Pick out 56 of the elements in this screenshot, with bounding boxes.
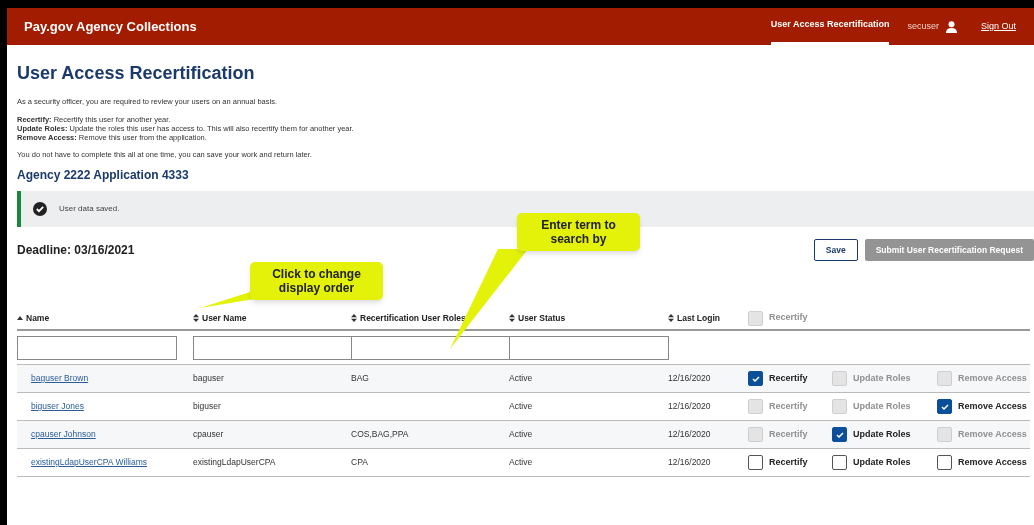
filter-field[interactable] (17, 335, 177, 360)
table-cell-text: BAG (351, 372, 370, 385)
table-cell-text: 12/16/2020 (668, 372, 712, 385)
checkbox[interactable] (748, 371, 763, 386)
page-title: User Access Recertification (17, 62, 256, 84)
table-cell-text: 12/16/2020 (668, 428, 712, 441)
table-cell-text: biguser (193, 400, 222, 413)
column-header[interactable]: User Status (509, 311, 566, 325)
column-header[interactable]: Last Login (668, 311, 720, 325)
table-cell-text: cpauser (193, 428, 225, 441)
user-icon (945, 20, 957, 33)
user-link[interactable]: baguser Brown (17, 372, 193, 385)
checkbox-option[interactable]: Recertify (748, 371, 832, 386)
checkbox[interactable] (832, 455, 847, 470)
checkbox[interactable] (832, 427, 847, 442)
checkmark-icon (751, 375, 760, 382)
alert-message: User data saved. (59, 203, 120, 215)
checkbox-option[interactable]: Recertify (748, 455, 832, 470)
checkbox-option[interactable]: Remove Access (937, 399, 1030, 414)
save-button[interactable]: Save (813, 239, 858, 261)
checkbox-option[interactable]: Update Roles (832, 427, 937, 442)
checkmark-icon (940, 403, 949, 410)
table-cell-text: Active (509, 400, 534, 413)
table-cell-text: baguser (193, 372, 225, 385)
filter-field[interactable] (509, 335, 669, 360)
checkmark-icon (835, 431, 844, 438)
user-link[interactable]: biguser Jones (17, 400, 193, 413)
table-cell-text: existingLdapUserCPA (193, 456, 277, 469)
user-link[interactable]: cpauser Johnson (17, 428, 193, 441)
column-header[interactable]: User Name (193, 311, 247, 325)
user-link[interactable]: existingLdapUserCPA Williams (17, 456, 193, 469)
deadline-text: Deadline: 03/16/2021 (17, 242, 135, 259)
checkbox[interactable] (748, 455, 763, 470)
sign-out-link[interactable]: Sign Out (980, 19, 1016, 34)
table-cell-text: CPA (351, 456, 369, 469)
table-cell-text: Active (509, 372, 534, 385)
section-heading: Agency 2222 Application 4333 (17, 167, 190, 183)
tooltip-text: Enter term to search by (540, 218, 617, 246)
filter-field[interactable] (193, 335, 353, 360)
table-cell-text: Active (509, 428, 534, 441)
check-circle-icon (33, 202, 47, 216)
username: secuser (907, 19, 939, 33)
column-header[interactable]: Recertification User Roles (351, 311, 466, 325)
table-cell-text: 12/16/2020 (668, 456, 712, 469)
table-cell-text: COS,BAG,PPA (351, 428, 410, 441)
filter-field[interactable] (351, 335, 511, 360)
tooltip-text: Click to change display order (271, 267, 362, 295)
checkbox-option[interactable]: Update Roles (832, 455, 937, 470)
table-cell-text: Active (509, 456, 534, 469)
checkbox[interactable] (937, 455, 952, 470)
brand-title[interactable]: Pay.gov Agency Collections (24, 16, 197, 37)
checkbox[interactable] (937, 399, 952, 414)
table-cell-text: 12/16/2020 (668, 400, 712, 413)
checkbox-option[interactable]: Remove Access (937, 455, 1030, 470)
nav-link[interactable]: User Access Recertification (770, 8, 890, 45)
column-header[interactable]: Name (17, 311, 50, 325)
